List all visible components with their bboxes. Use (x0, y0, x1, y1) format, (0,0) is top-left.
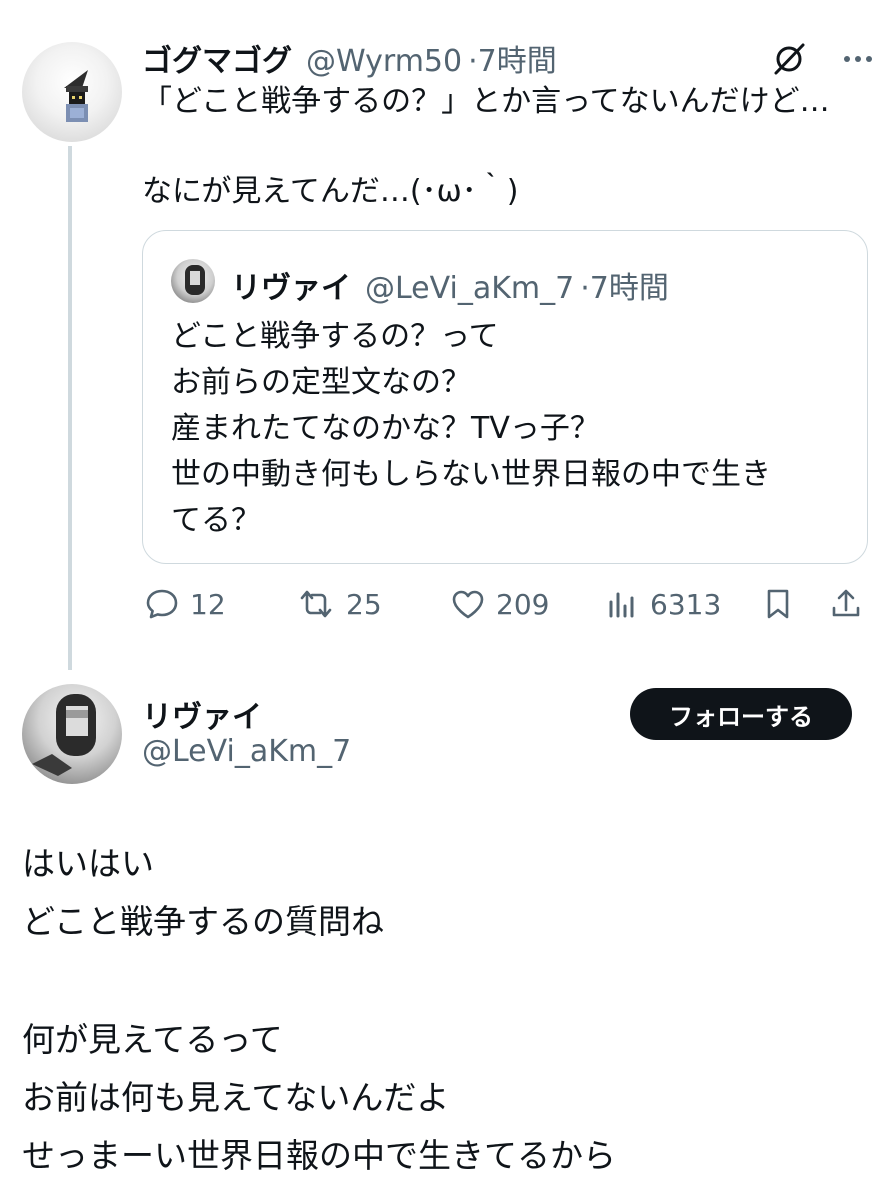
reply-author-avatar[interactable] (22, 684, 122, 784)
bookmark-icon (767, 589, 789, 619)
retweet-count: 25 (346, 587, 382, 621)
wizard-pixel-icon (64, 70, 88, 122)
quote-text-line-5: てる？ (171, 503, 261, 538)
quote-author-name: リヴァイ (231, 271, 351, 306)
thread-connector-line (68, 146, 72, 670)
views-button[interactable]: 6313 (604, 584, 721, 624)
bookmark-button[interactable] (760, 584, 796, 624)
tweet-author-handle[interactable]: @Wyrm50 (306, 44, 462, 79)
reply-author-name[interactable]: リヴァイ (142, 692, 262, 736)
more-icon[interactable] (838, 40, 878, 78)
share-button[interactable] (828, 584, 864, 624)
reply-icon (146, 589, 178, 619)
tweet-text-line-1: 「どこと戦争するの？」とか言ってないんだけど… (142, 84, 830, 119)
grok-icon[interactable] (770, 40, 808, 78)
like-button[interactable]: 209 (450, 584, 549, 624)
retweet-icon (300, 590, 332, 618)
reply-text-line-6: せっまーい世界日報の中で生きてるから (22, 1136, 616, 1175)
reply-text-line-1: はいはい (22, 844, 154, 883)
reply-count: 12 (190, 587, 226, 621)
tweet-author-avatar[interactable] (22, 42, 122, 142)
tweet-header: ゴグマゴグ @Wyrm50 ·7時間 (142, 36, 557, 79)
reply-author-handle[interactable]: @LeVi_aKm_7 (142, 734, 351, 769)
view-count: 6313 (650, 587, 722, 621)
quote-text-line-3: 産まれたてなのかな？TVっ子？ (171, 411, 600, 446)
retweet-button[interactable]: 25 (296, 584, 382, 624)
quote-author-handle: @LeVi_aKm_7 (365, 271, 575, 306)
views-icon (609, 592, 634, 618)
reply-text-line-5: お前は何も見えてないんだよ (22, 1078, 450, 1117)
share-icon (832, 589, 860, 617)
quote-author-avatar (171, 259, 215, 303)
quote-text-line-1: どこと戦争するの？って (171, 319, 499, 354)
quote-time: ·7時間 (580, 271, 669, 306)
like-icon (452, 590, 484, 619)
reply-text-line-4: 何が見えてるって (22, 1020, 283, 1059)
quote-text-line-4: 世の中動き何もしらない世界日報の中で生き (171, 457, 771, 492)
tweet-text-line-3: なにが見えてんだ…(･ω･｀) (142, 174, 519, 209)
reply-text-line-2: どこと戦争するの質問ね (22, 902, 385, 941)
follow-button[interactable]: フォローする (630, 688, 852, 740)
tweet-time[interactable]: ·7時間 (468, 36, 557, 80)
reply-button[interactable]: 12 (144, 584, 226, 624)
quote-text-line-2: お前らの定型文なの？ (171, 365, 471, 400)
quote-header: リヴァイ @LeVi_aKm_7 ·7時間 (231, 263, 669, 307)
like-count: 209 (496, 587, 550, 621)
quoted-tweet-card[interactable]: リヴァイ @LeVi_aKm_7 ·7時間 どこと戦争するの？って お前らの定型… (142, 230, 868, 564)
tweet-author-name[interactable]: ゴグマゴグ (142, 36, 292, 80)
